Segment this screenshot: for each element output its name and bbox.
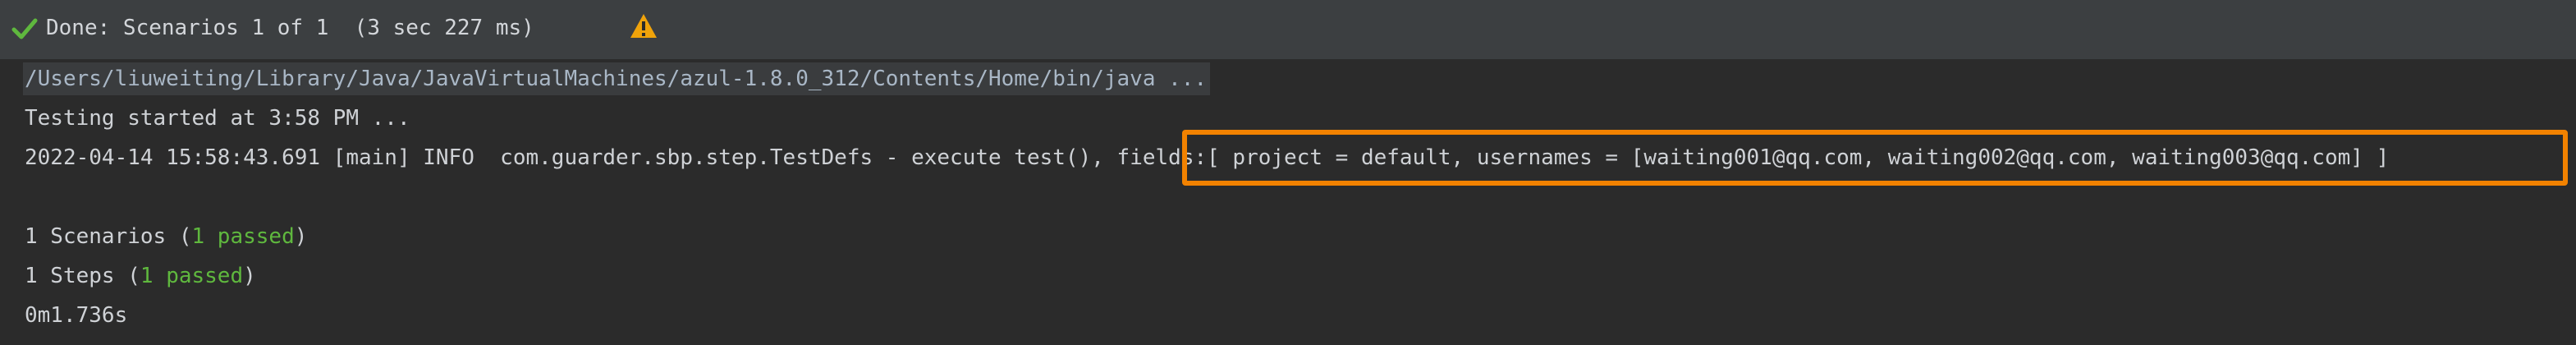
highlight-box <box>1182 130 2568 186</box>
steps-passed: 1 passed <box>140 264 244 288</box>
scenarios-summary-line: 1 Scenarios (1 passed) <box>25 220 307 253</box>
steps-summary-line: 1 Steps (1 passed) <box>25 260 256 292</box>
check-icon <box>11 18 38 39</box>
scenarios-passed: 1 passed <box>191 224 295 249</box>
duration-line: 0m1.736s <box>25 303 128 328</box>
log-prefix: 2022-04-14 15:58:43.691 [main] INFO com.… <box>25 145 1104 170</box>
test-status-text: Done: Scenarios 1 of 1 (3 sec 227 ms) <box>46 16 534 40</box>
scenarios-suffix: ) <box>294 224 308 249</box>
console-output[interactable]: /Users/liuweiting/Library/Java/JavaVirtu… <box>0 59 2576 345</box>
scenarios-prefix: 1 Scenarios ( <box>25 224 192 249</box>
steps-suffix: ) <box>243 264 256 288</box>
java-command-line[interactable]: /Users/liuweiting/Library/Java/JavaVirtu… <box>23 62 1211 95</box>
warning-triangle-icon[interactable] <box>629 12 658 41</box>
steps-prefix: 1 Steps ( <box>25 264 140 288</box>
test-status-bar: Done: Scenarios 1 of 1 (3 sec 227 ms) <box>0 0 2576 59</box>
testing-started-line: Testing started at 3:58 PM ... <box>25 106 410 131</box>
